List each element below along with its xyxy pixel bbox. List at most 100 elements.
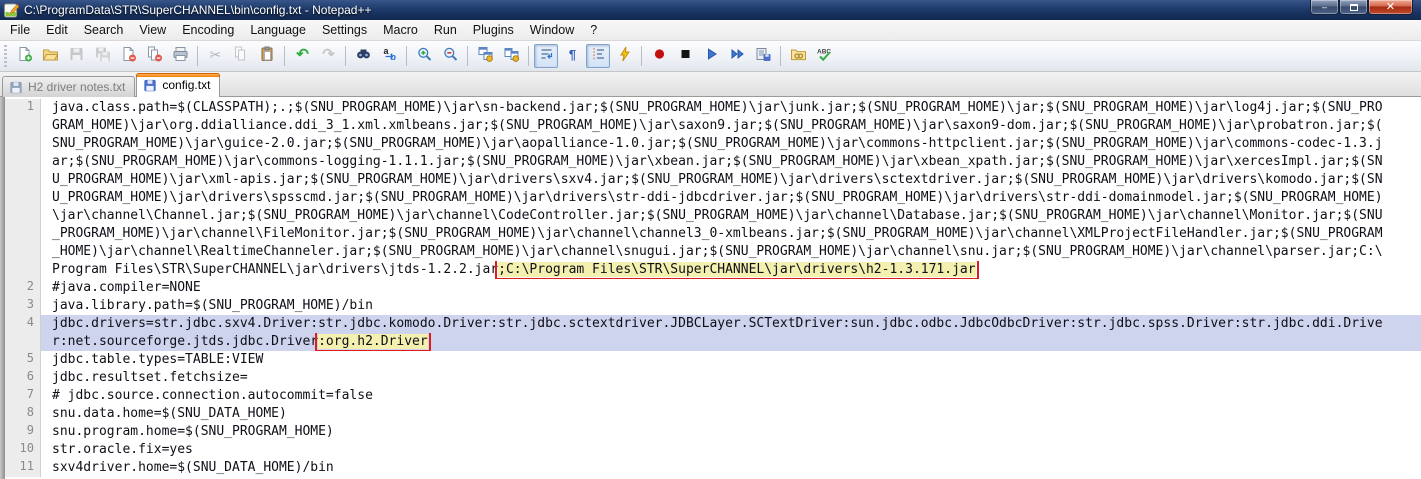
line-number[interactable]: 5 xyxy=(5,351,41,369)
line-number[interactable]: 3 xyxy=(5,297,41,315)
code-line[interactable]: U_PROGRAM_HOME)\jar\drivers\spsscmd.jar;… xyxy=(41,189,1421,207)
save-all-button[interactable] xyxy=(90,44,114,68)
tab-config-txt[interactable]: config.txt xyxy=(136,73,220,97)
line-number[interactable]: 7 xyxy=(5,387,41,405)
svg-text:¶: ¶ xyxy=(568,47,575,62)
code-line[interactable]: \jar\channel\Channel.jar;$(SNU_PROGRAM_H… xyxy=(41,207,1421,225)
code-line[interactable]: sxv4driver.home=$(SNU_DATA_HOME)/bin xyxy=(41,459,1421,477)
line-number[interactable]: 6 xyxy=(5,369,41,387)
line-number[interactable]: 9 xyxy=(5,423,41,441)
sync-scroll-vertical-button[interactable] xyxy=(473,44,497,68)
svg-text:✂: ✂ xyxy=(209,46,221,62)
menu-item-language[interactable]: Language xyxy=(242,21,314,40)
menu-item-search[interactable]: Search xyxy=(76,21,132,40)
line-number[interactable] xyxy=(5,243,41,261)
line-number[interactable]: 8 xyxy=(5,405,41,423)
notepadpp-app-icon xyxy=(3,3,19,18)
menu-item-help[interactable]: ? xyxy=(582,21,605,40)
function-list-button[interactable] xyxy=(612,44,636,68)
code-line[interactable]: java.class.path=$(CLASSPATH);.;$(SNU_PRO… xyxy=(41,99,1421,117)
macro-run-multiple-button[interactable] xyxy=(725,44,749,68)
replace-button[interactable]: ab xyxy=(377,44,401,68)
menu-item-window[interactable]: Window xyxy=(522,21,582,40)
menu-item-edit[interactable]: Edit xyxy=(38,21,76,40)
code-text: GRAM_HOME)\jar\org.ddialliance.ddi_3_1.x… xyxy=(52,118,1383,133)
maximize-button[interactable] xyxy=(1339,0,1368,15)
zoom-out-button[interactable] xyxy=(438,44,462,68)
indent-guide-button[interactable] xyxy=(586,44,610,68)
line-number[interactable] xyxy=(5,225,41,243)
code-line[interactable]: snu.program.home=$(SNU_PROGRAM_HOME) xyxy=(41,423,1421,441)
code-line[interactable]: jdbc.drivers=str.jdbc.sxv4.Driver:str.jd… xyxy=(41,315,1421,333)
undo-icon: ↶ xyxy=(294,46,311,67)
line-number[interactable]: 1 xyxy=(5,99,41,117)
tab-h2-driver-notes-txt[interactable]: H2 driver notes.txt xyxy=(2,76,135,97)
code-line[interactable]: snu.data.home=$(SNU_DATA_HOME) xyxy=(41,405,1421,423)
close-all-button[interactable] xyxy=(142,44,166,68)
zoom-in-button[interactable] xyxy=(412,44,436,68)
show-all-characters-button[interactable]: ¶ xyxy=(560,44,584,68)
menu-item-plugins[interactable]: Plugins xyxy=(465,21,522,40)
code-line[interactable]: GRAM_HOME)\jar\org.ddialliance.ddi_3_1.x… xyxy=(41,117,1421,135)
line-number[interactable]: 2 xyxy=(5,279,41,297)
code-line[interactable]: str.oracle.fix=yes xyxy=(41,441,1421,459)
macro-play-button[interactable] xyxy=(699,44,723,68)
run-button[interactable] xyxy=(786,44,810,68)
line-number[interactable] xyxy=(5,189,41,207)
macro-save-button[interactable] xyxy=(751,44,775,68)
code-line[interactable]: _PROGRAM_HOME)\jar\channel\FileMonitor.j… xyxy=(41,225,1421,243)
macro-stop-button[interactable] xyxy=(673,44,697,68)
word-wrap-button[interactable] xyxy=(534,44,558,68)
code-line[interactable]: #java.compiler=NONE xyxy=(41,279,1421,297)
new-file-button[interactable] xyxy=(12,44,36,68)
copy-button[interactable] xyxy=(229,44,253,68)
menu-item-file[interactable]: File xyxy=(2,21,38,40)
line-number[interactable]: 4 xyxy=(5,315,41,333)
sync-scroll-horizontal-button[interactable] xyxy=(499,44,523,68)
line-number[interactable] xyxy=(5,135,41,153)
line-number[interactable] xyxy=(5,117,41,135)
code-line[interactable]: SNU_PROGRAM_HOME)\jar\guice-2.0.jar;$(SN… xyxy=(41,135,1421,153)
menu-item-macro[interactable]: Macro xyxy=(375,21,426,40)
code-line[interactable]: java.library.path=$(SNU_PROGRAM_HOME)/bi… xyxy=(41,297,1421,315)
menu-item-settings[interactable]: Settings xyxy=(314,21,375,40)
code-line[interactable]: _HOME)\jar\channel\RealtimeChanneler.jar… xyxy=(41,243,1421,261)
line-number[interactable]: 11 xyxy=(5,459,41,477)
code-line[interactable]: # jdbc.source.connection.autocommit=fals… xyxy=(41,387,1421,405)
undo-button[interactable]: ↶ xyxy=(290,44,314,68)
code-line[interactable]: U_PROGRAM_HOME)\jar\xml-apis.jar;$(SNU_P… xyxy=(41,171,1421,189)
line-number[interactable] xyxy=(5,261,41,279)
minimize-button[interactable]: – xyxy=(1310,0,1339,15)
code-text: U_PROGRAM_HOME)\jar\drivers\spsscmd.jar;… xyxy=(52,190,1383,205)
line-number[interactable] xyxy=(5,207,41,225)
menu-item-run[interactable]: Run xyxy=(426,21,465,40)
editor[interactable]: 1java.class.path=$(CLASSPATH);.;$(SNU_PR… xyxy=(0,97,1421,479)
find-button[interactable] xyxy=(351,44,375,68)
redo-button[interactable]: ↷ xyxy=(316,44,340,68)
code-line[interactable]: r:net.sourceforge.jtds.jdbc.Driver:org.h… xyxy=(41,333,1421,351)
paste-button[interactable] xyxy=(255,44,279,68)
code-line[interactable]: jdbc.resultset.fetchsize= xyxy=(41,369,1421,387)
line-number[interactable] xyxy=(5,333,41,351)
close-file-button[interactable] xyxy=(116,44,140,68)
code-text: _HOME)\jar\channel\RealtimeChanneler.jar… xyxy=(52,244,1383,259)
annotated-highlight: ;C:\Program Files\STR\SuperCHANNEL\jar\d… xyxy=(498,262,975,277)
macro-record-button[interactable] xyxy=(647,44,671,68)
code-line[interactable]: Program Files\STR\SuperCHANNEL\jar\drive… xyxy=(41,261,1421,279)
line-number[interactable] xyxy=(5,171,41,189)
close-button[interactable]: ✕ xyxy=(1368,0,1413,15)
print-button[interactable] xyxy=(168,44,192,68)
line-number[interactable]: 10 xyxy=(5,441,41,459)
menu-item-view[interactable]: View xyxy=(131,21,174,40)
editor-rows[interactable]: 1java.class.path=$(CLASSPATH);.;$(SNU_PR… xyxy=(5,97,1421,479)
code-line[interactable]: jdbc.table.types=TABLE:VIEW xyxy=(41,351,1421,369)
menu-item-encoding[interactable]: Encoding xyxy=(174,21,242,40)
cut-button[interactable]: ✂ xyxy=(203,44,227,68)
save-button[interactable] xyxy=(64,44,88,68)
code-line[interactable]: ar;$(SNU_PROGRAM_HOME)\jar\commons-loggi… xyxy=(41,153,1421,171)
toolbar-separator xyxy=(528,46,529,66)
line-number[interactable] xyxy=(5,153,41,171)
spell-check-button[interactable]: ABC xyxy=(812,44,836,68)
toolbar-grip[interactable] xyxy=(3,45,8,67)
open-file-button[interactable] xyxy=(38,44,62,68)
